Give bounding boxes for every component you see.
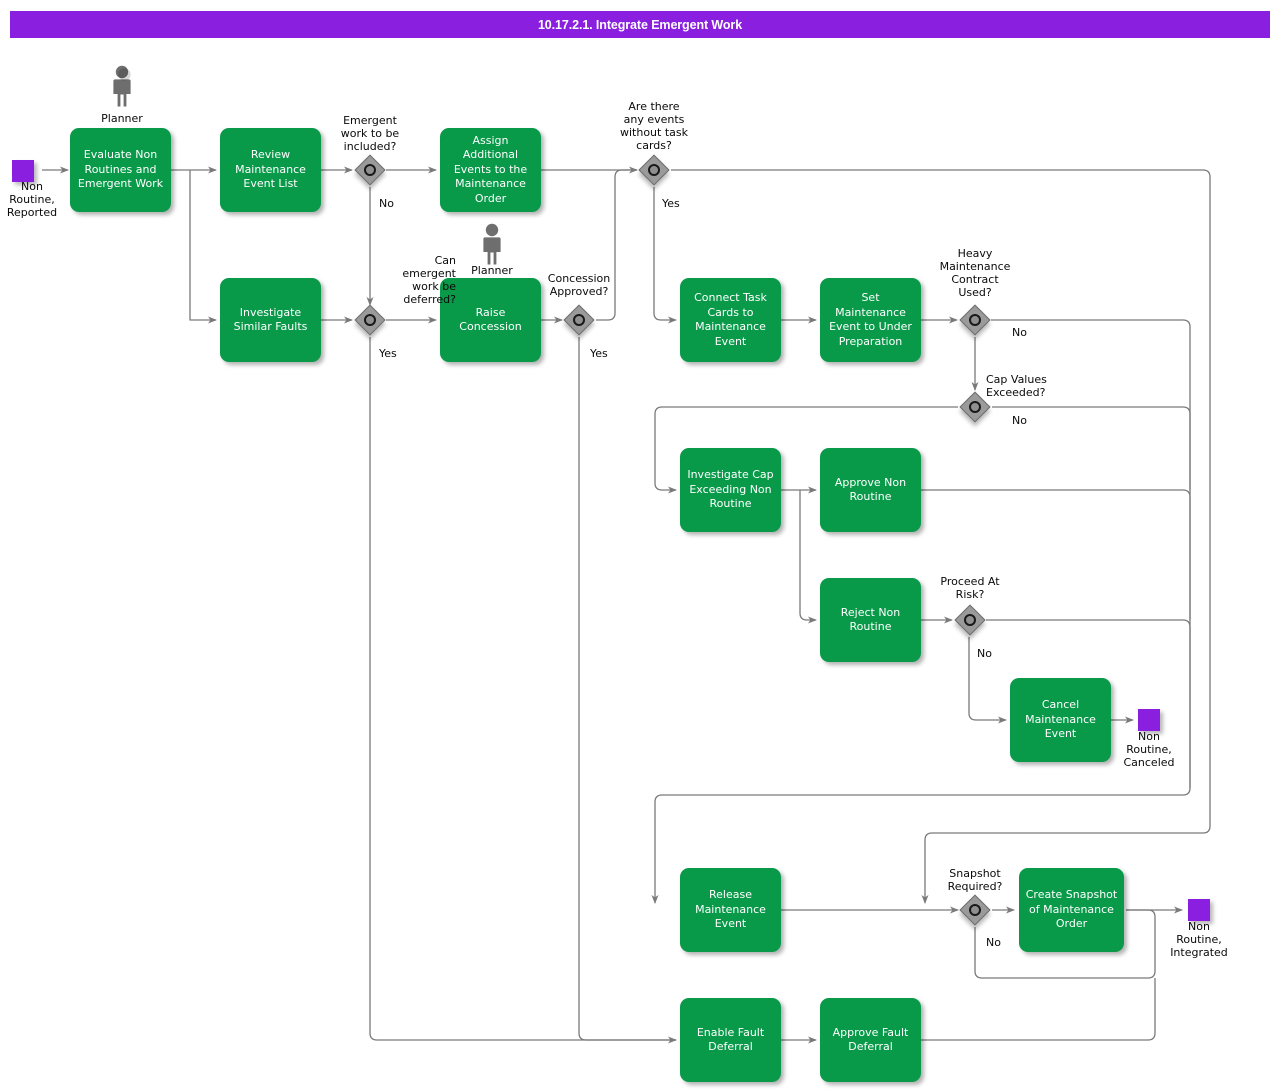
task-enable-fault-deferral[interactable]: Enable Fault Deferral bbox=[680, 998, 781, 1082]
end-event-non-routine-canceled[interactable] bbox=[1138, 709, 1160, 731]
task-cancel-maintenance-event[interactable]: Cancel Maintenance Event bbox=[1010, 678, 1111, 762]
task-connect-task-cards[interactable]: Connect Task Cards to Maintenance Event bbox=[680, 278, 781, 362]
start-event-non-routine-reported[interactable] bbox=[12, 160, 34, 182]
gateway-snapshot-required-label: Snapshot Required? bbox=[947, 867, 1003, 893]
inclusive-gateway-circle-icon bbox=[969, 401, 981, 413]
diagram-title-bar: 10.17.2.1. Integrate Emergent Work bbox=[10, 11, 1270, 38]
gateway-heavy-contract-label: Heavy Maintenance Contract Used? bbox=[939, 247, 1011, 299]
gateway-cap-exceeded-label: Cap Values Exceeded? bbox=[986, 373, 1047, 399]
gateway-heavy-contract-branch: No bbox=[1012, 326, 1027, 339]
gateway-cap-exceeded-branch: No bbox=[1012, 414, 1027, 427]
gateway-concession-approved-branch: Yes bbox=[590, 347, 608, 360]
diagram-canvas: 10.17.2.1. Integrate Emergent Work Plann… bbox=[0, 0, 1280, 1090]
inclusive-gateway-circle-icon bbox=[964, 614, 976, 626]
gateway-proceed-at-risk-branch: No bbox=[977, 647, 992, 660]
actor-planner-icon bbox=[105, 64, 139, 108]
task-review-maintenance-event-list[interactable]: Review Maintenance Event List bbox=[220, 128, 321, 212]
task-evaluate-non-routines[interactable]: Evaluate Non Routines and Emergent Work bbox=[70, 128, 171, 212]
inclusive-gateway-circle-icon bbox=[648, 164, 660, 176]
gateway-emergent-work-included[interactable] bbox=[354, 154, 386, 186]
end-event-non-routine-integrated[interactable] bbox=[1188, 899, 1210, 921]
page-title: 10.17.2.1. Integrate Emergent Work bbox=[537, 17, 743, 32]
task-investigate-cap-exceeding[interactable]: Investigate Cap Exceeding Non Routine bbox=[680, 448, 781, 532]
inclusive-gateway-circle-icon bbox=[573, 314, 585, 326]
task-set-event-under-preparation[interactable]: Set Maintenance Event to Under Preparati… bbox=[820, 278, 921, 362]
task-release-maintenance-event[interactable]: Release Maintenance Event bbox=[680, 868, 781, 952]
gateway-snapshot-required-branch: No bbox=[986, 936, 1001, 949]
gateway-emergent-work-included-branch: No bbox=[379, 197, 394, 210]
task-approve-fault-deferral[interactable]: Approve Fault Deferral bbox=[820, 998, 921, 1082]
gateway-events-without-cards-branch: Yes bbox=[662, 197, 680, 210]
gateway-snapshot-required[interactable] bbox=[959, 894, 991, 926]
gateway-emergent-work-included-label: Emergent work to be included? bbox=[340, 114, 400, 153]
actor-planner-label: Planner bbox=[101, 112, 143, 125]
gateway-heavy-maintenance-contract-used[interactable] bbox=[959, 304, 991, 336]
inclusive-gateway-circle-icon bbox=[969, 314, 981, 326]
end-event-canceled-label: Non Routine, Canceled bbox=[1123, 730, 1175, 769]
gateway-can-defer-branch: Yes bbox=[379, 347, 397, 360]
task-create-snapshot-of-order[interactable]: Create Snapshot of Maintenance Order bbox=[1019, 868, 1124, 952]
inclusive-gateway-circle-icon bbox=[969, 904, 981, 916]
gateway-concession-approved[interactable] bbox=[563, 304, 595, 336]
gateway-events-without-cards-label: Are there any events without task cards? bbox=[619, 100, 688, 152]
task-reject-non-routine[interactable]: Reject Non Routine bbox=[820, 578, 921, 662]
task-assign-additional-events[interactable]: Assign Additional Events to the Maintena… bbox=[440, 128, 541, 212]
inclusive-gateway-circle-icon bbox=[364, 314, 376, 326]
gateway-concession-approved-label: Concession Approved? bbox=[547, 272, 611, 298]
actor-planner-icon-2 bbox=[475, 222, 509, 266]
task-approve-non-routine[interactable]: Approve Non Routine bbox=[820, 448, 921, 532]
task-investigate-similar-faults[interactable]: Investigate Similar Faults bbox=[220, 278, 321, 362]
gateway-events-without-task-cards[interactable] bbox=[638, 154, 670, 186]
inclusive-gateway-circle-icon bbox=[364, 164, 376, 176]
gateway-can-emergent-work-be-deferred[interactable] bbox=[354, 304, 386, 336]
end-event-integrated-label: Non Routine, Integrated bbox=[1170, 920, 1228, 959]
gateway-proceed-at-risk-label: Proceed At Risk? bbox=[940, 575, 1000, 601]
gateway-proceed-at-risk[interactable] bbox=[954, 604, 986, 636]
gateway-can-defer-label: Can emergent work be deferred? bbox=[402, 254, 456, 306]
